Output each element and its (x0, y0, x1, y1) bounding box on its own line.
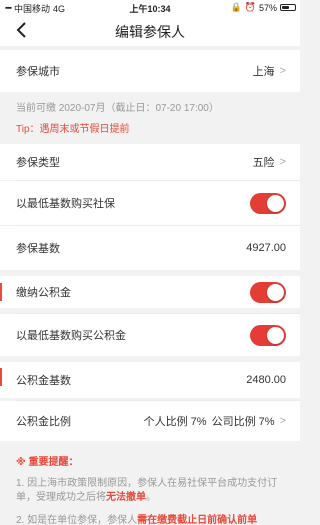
base-value: 4927.00 (246, 242, 286, 254)
city-row[interactable]: 参保城市 上海 > (0, 50, 300, 92)
chevron-right-icon: > (279, 415, 286, 427)
nav-bar: 编辑参保人 (0, 14, 300, 46)
battery-icon (280, 4, 296, 11)
important-notice: ※ 重要提醒： 1. 因上海市政策限制原因，参保人在易社保平台成功支付订单，受理… (0, 445, 300, 525)
toggle-knob (267, 326, 284, 344)
min-base-social-toggle[interactable] (250, 192, 286, 214)
fund-ratio-personal: 个人比例 7% (143, 416, 207, 428)
status-bar: ▪▪▪▪ 中国移动 4G 上午10:34 🔒 ⏰ 57% (0, 0, 300, 14)
insurance-type-row[interactable]: 参保类型 五险 > (0, 144, 300, 180)
pay-fund-toggle[interactable] (250, 281, 286, 303)
notice-item-2-text: 2. 如是在单位参保，参保人 (16, 515, 138, 525)
notice-item-1: 1. 因上海市政策限制原因，参保人在易社保平台成功支付订单，受理成功之后将无法撤… (16, 477, 284, 505)
fund-base-value: 2480.00 (246, 374, 286, 386)
insurance-type-label: 参保类型 (16, 157, 60, 169)
alarm-icon: ⏰ (244, 2, 256, 12)
min-base-fund-toggle[interactable] (250, 324, 286, 346)
insurance-type-value: 五险 (252, 157, 275, 169)
payment-period-text: 当前可缴 2020-07月（截止日：07-20 17:00） (16, 103, 219, 114)
city-value: 上海 (252, 66, 275, 78)
notice-heading: ※ 重要提醒： (16, 457, 79, 468)
fund-ratio-company: 公司比例 7% (211, 416, 275, 428)
payment-period-info: 当前可缴 2020-07月（截止日：07-20 17:00） Tip：遇周末或节… (0, 92, 300, 144)
base-label: 参保基数 (16, 243, 60, 255)
battery-percent: 57% (258, 2, 277, 13)
notice-item-1-end: 。 (146, 492, 156, 503)
pay-fund-label: 缴纳公积金 (16, 287, 71, 299)
city-label: 参保城市 (16, 66, 60, 78)
fund-base-label: 公积金基数 (16, 375, 71, 387)
min-base-social-label: 以最低基数购买社保 (16, 198, 115, 210)
min-base-social-row: 以最低基数购买社保 (0, 181, 300, 225)
chevron-right-icon: > (279, 156, 286, 168)
fund-ratio-row[interactable]: 公积金比例 个人比例 7% 公司比例 7% > (0, 401, 300, 441)
min-base-fund-label: 以最低基数购买公积金 (16, 330, 126, 342)
battery-fill (282, 6, 289, 9)
lock-icon: 🔒 (230, 2, 242, 12)
notice-item-2-emphasis: 需在缴费截止日前确认前单 (137, 515, 258, 525)
base-row: 参保基数 4927.00 (0, 226, 300, 270)
notice-item-2: 2. 如是在单位参保，参保人需在缴费截止日前确认前单 (16, 514, 284, 525)
holiday-tip: Tip：遇周末或节假日提前 (16, 124, 130, 135)
notice-item-1-emphasis: 无法撤单 (106, 492, 146, 503)
fund-base-row: 公积金基数 2480.00 (0, 362, 300, 398)
page-title: 编辑参保人 (115, 24, 185, 40)
pay-fund-row: 缴纳公积金 (0, 276, 300, 308)
toggle-knob (267, 283, 284, 301)
chevron-right-icon: > (279, 65, 286, 77)
section-marker (0, 283, 2, 301)
fund-ratio-label: 公积金比例 (16, 416, 71, 428)
section-marker (0, 368, 2, 386)
toggle-knob (267, 194, 284, 212)
status-right: 🔒 ⏰ 57% (231, 2, 296, 13)
min-base-fund-row: 以最低基数购买公积金 (0, 314, 300, 356)
